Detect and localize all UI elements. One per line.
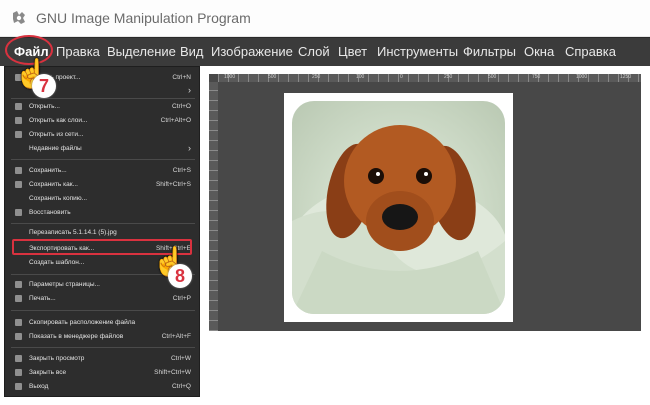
menu-bar: Файл Правка Выделение Вид Изображение Сл…	[0, 37, 650, 67]
quit-icon	[15, 383, 22, 390]
menu-item-quit[interactable]: Выход Ctrl+Q	[5, 381, 201, 394]
vertical-ruler[interactable]	[209, 82, 218, 331]
menu-separator	[11, 98, 195, 99]
ruler-mark: 1000	[576, 74, 588, 80]
page-setup-icon	[15, 281, 22, 288]
ruler-mark: 500	[488, 74, 497, 80]
globe-icon	[15, 131, 22, 138]
menu-item-save-copy[interactable]: Сохранить копию...	[5, 193, 201, 206]
menu-image[interactable]: Изображение	[211, 44, 293, 59]
menu-item-copy-location[interactable]: Скопировать расположение файла	[5, 317, 201, 330]
menu-item-close-all[interactable]: Закрыть все Shift+Ctrl+W	[5, 367, 201, 380]
menu-item-recent-files[interactable]: Недавние файлы ›	[5, 143, 201, 156]
menu-separator	[11, 159, 195, 160]
copy-icon	[15, 319, 22, 326]
step-badge-8: 8	[168, 264, 192, 288]
close-icon	[15, 355, 22, 362]
chevron-right-icon: ›	[188, 85, 191, 95]
menu-tools[interactable]: Инструменты	[377, 44, 458, 59]
menu-separator	[11, 347, 195, 348]
menu-help[interactable]: Справка	[565, 44, 616, 59]
layers-icon	[15, 117, 22, 124]
ruler-mark: 500	[268, 74, 277, 80]
menu-edit[interactable]: Правка	[56, 44, 100, 59]
open-folder-icon	[15, 103, 22, 110]
menu-item-print[interactable]: Печать... Ctrl+P	[5, 293, 201, 306]
save-icon	[15, 167, 22, 174]
ruler-mark: 1250	[620, 74, 632, 80]
menu-select[interactable]: Выделение	[107, 44, 176, 59]
menu-item-open[interactable]: Открыть... Ctrl+O	[5, 101, 201, 114]
folder-icon	[15, 333, 22, 340]
dachshund-image	[292, 125, 505, 314]
chevron-right-icon: ›	[188, 143, 191, 153]
ruler-mark: 750	[532, 74, 541, 80]
print-icon	[15, 295, 22, 302]
revert-icon	[15, 209, 22, 216]
menu-layer[interactable]: Слой	[298, 44, 330, 59]
menu-colors[interactable]: Цвет	[338, 44, 367, 59]
step-badge-7: 7	[32, 74, 56, 98]
menu-separator	[11, 310, 195, 311]
window-title: GNU Image Manipulation Program	[36, 10, 251, 26]
menu-item-save[interactable]: Сохранить... Ctrl+S	[5, 165, 201, 178]
menu-item-save-as[interactable]: Сохранить как... Shift+Ctrl+S	[5, 179, 201, 192]
menu-item-open-as-layers[interactable]: Открыть как слои... Ctrl+Alt+O	[5, 115, 201, 128]
gimp-logo-icon	[13, 11, 25, 24]
dog-photo	[292, 101, 505, 314]
ruler-mark: 1000	[224, 74, 236, 80]
close-all-icon	[15, 369, 22, 376]
ruler-mark: 100	[356, 74, 365, 80]
menu-item-revert[interactable]: Восстановить	[5, 207, 201, 220]
ruler-mark: 250	[312, 74, 321, 80]
ruler-mark: 250	[444, 74, 453, 80]
menu-separator	[11, 223, 195, 224]
menu-view[interactable]: Вид	[180, 44, 204, 59]
menu-filters[interactable]: Фильтры	[463, 44, 516, 59]
menu-item-close-view[interactable]: Закрыть просмотр Ctrl+W	[5, 353, 201, 366]
menu-item-open-location[interactable]: Открыть из сети...	[5, 129, 201, 142]
file-menu-dropdown: Создать проект... Ctrl+N › Открыть... Ct…	[4, 66, 200, 397]
menu-item-show-in-file-manager[interactable]: Показать в менеджере файлов Ctrl+Alt+F	[5, 331, 201, 344]
save-as-icon	[15, 181, 22, 188]
title-bar: GNU Image Manipulation Program	[0, 0, 650, 37]
ruler-mark: 0	[400, 74, 403, 80]
image-canvas[interactable]	[284, 93, 513, 322]
menu-windows[interactable]: Окна	[524, 44, 554, 59]
